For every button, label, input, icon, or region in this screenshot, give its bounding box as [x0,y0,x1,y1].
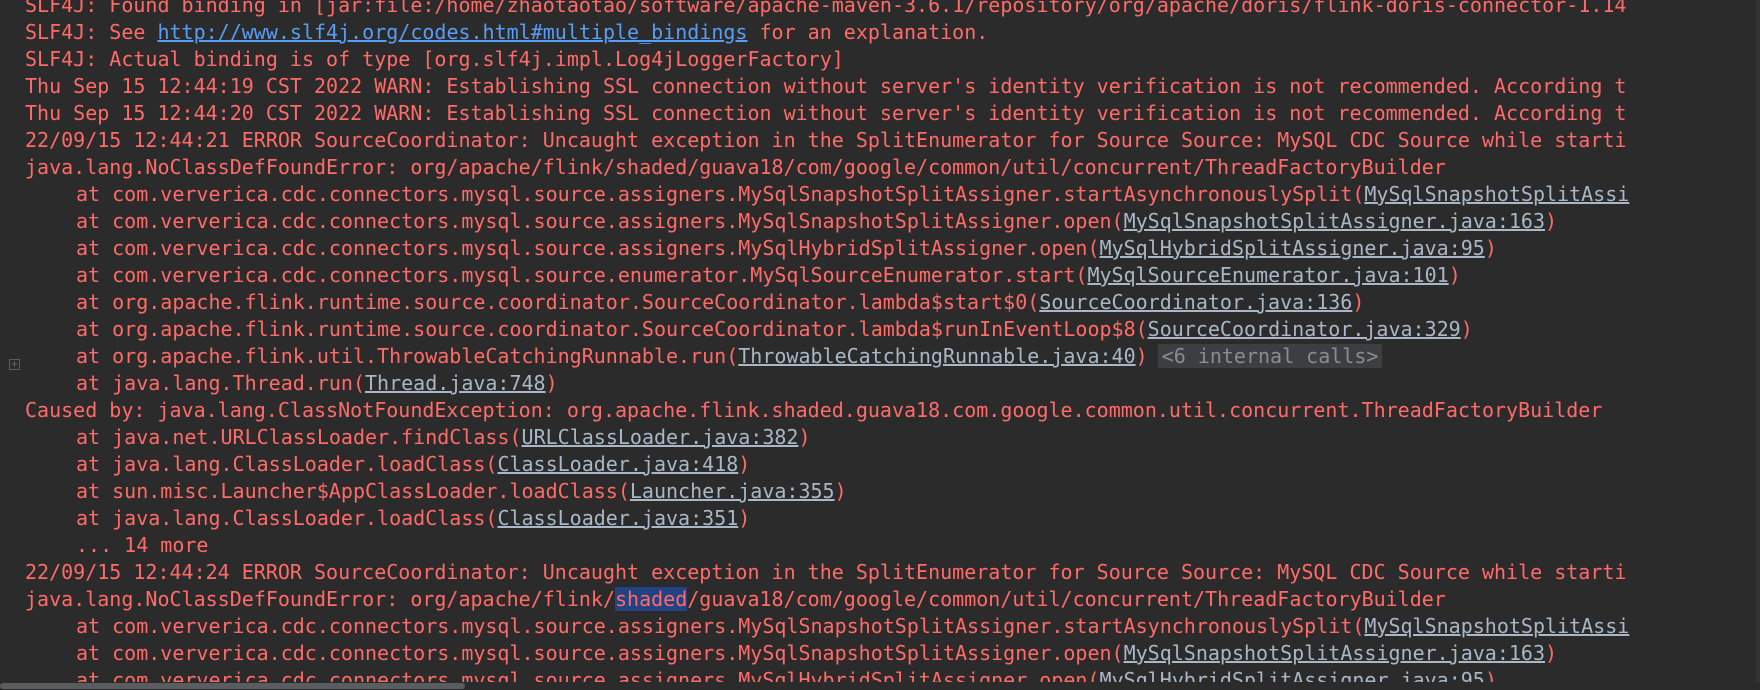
line-text: ) [1460,317,1473,341]
line-text: at java.net.URLClassLoader.findClass( [76,425,522,449]
line-text: at java.lang.ClassLoader.loadClass( [76,452,498,476]
console-line: at com.ververica.cdc.connectors.mysql.so… [25,262,1629,289]
source-link[interactable]: Thread.java:748 [365,371,546,395]
source-link[interactable]: ThrowableCatchingRunnable.java:40 [738,344,1135,368]
url-link[interactable]: http://www.slf4j.org/codes.html#multiple… [157,20,747,44]
line-text: at com.ververica.cdc.connectors.mysql.so… [76,236,1100,260]
folded-internal-calls[interactable]: <6 internal calls> [1157,344,1383,368]
line-text: ) [545,371,558,395]
console-line: at org.apache.flink.runtime.source.coord… [25,316,1629,343]
line-text: SLF4J: See [25,20,158,44]
line-text: 22/09/15 12:44:21 ERROR SourceCoordinato… [25,128,1627,152]
console-line: at java.lang.ClassLoader.loadClass(Class… [25,505,1629,532]
line-text: for an explanation. [747,20,989,44]
source-link[interactable]: Launcher.java:355 [630,479,835,503]
line-text: ) [1484,236,1497,260]
line-text: ) [738,452,751,476]
console-line: Caused by: java.lang.ClassNotFoundExcept… [25,397,1629,424]
line-text: Thu Sep 15 12:44:20 CST 2022 WARN: Estab… [25,101,1627,125]
vertical-scrollbar[interactable] [1756,0,1760,690]
line-text: ) [834,479,847,503]
line-text: ... 14 more [76,533,209,557]
source-link[interactable]: MySqlHybridSplitAssigner.java:95 [1100,236,1485,260]
line-text: ) [1352,290,1365,314]
console-line: at java.lang.Thread.run(Thread.java:748) [25,370,1629,397]
line-text: java.lang.NoClassDefFoundError: org/apac… [25,587,616,611]
line-text: at com.ververica.cdc.connectors.mysql.so… [76,209,1124,233]
line-text: Thu Sep 15 12:44:19 CST 2022 WARN: Estab… [25,74,1627,98]
line-text: at java.lang.Thread.run( [76,371,365,395]
console-line: at org.apache.flink.util.ThrowableCatchi… [25,343,1629,370]
source-link[interactable]: SourceCoordinator.java:329 [1148,317,1461,341]
line-text: at com.ververica.cdc.connectors.mysql.so… [76,614,1365,638]
line-text: at org.apache.flink.runtime.source.coord… [76,290,1040,314]
line-text: at org.apache.flink.runtime.source.coord… [76,317,1148,341]
source-link[interactable]: ClassLoader.java:418 [497,452,738,476]
line-text: ) [1545,209,1558,233]
console-line: at com.ververica.cdc.connectors.mysql.so… [25,640,1629,667]
search-highlight: shaded [615,587,688,611]
source-link[interactable]: MySqlSnapshotSplitAssi [1364,614,1629,638]
console-line: Thu Sep 15 12:44:19 CST 2022 WARN: Estab… [25,73,1629,100]
console-line: at java.net.URLClassLoader.findClass(URL… [25,424,1629,451]
source-link[interactable]: MySqlSnapshotSplitAssigner.java:163 [1124,641,1545,665]
line-text: at com.ververica.cdc.connectors.mysql.so… [76,263,1088,287]
console-line: SLF4J: Found binding in [jar:file:/home/… [25,0,1629,19]
console-line: java.lang.NoClassDefFoundError: org/apac… [25,154,1629,181]
console-line: at com.ververica.cdc.connectors.mysql.so… [25,181,1629,208]
console-line: 22/09/15 12:44:21 ERROR SourceCoordinato… [25,127,1629,154]
source-link[interactable]: URLClassLoader.java:382 [522,425,799,449]
line-text: /guava18/com/google/common/util/concurre… [687,587,1446,611]
line-text: ) [738,506,751,530]
console-gutter [0,0,22,690]
console-line: SLF4J: Actual binding is of type [org.sl… [25,46,1629,73]
scrollbar-thumb[interactable] [0,683,465,689]
line-text: ) [1545,641,1558,665]
line-text: 22/09/15 12:44:24 ERROR SourceCoordinato… [25,560,1627,584]
source-link[interactable]: MySqlSnapshotSplitAssigner.java:163 [1124,209,1545,233]
line-text: ) [1135,344,1148,368]
line-text: at com.ververica.cdc.connectors.mysql.so… [76,182,1365,206]
line-text: java.lang.NoClassDefFoundError: org/apac… [25,155,1446,179]
line-text: ) [1448,263,1461,287]
line-text: SLF4J: Found binding in [jar:file:/home/… [25,0,1627,17]
line-text: at java.lang.ClassLoader.loadClass( [76,506,498,530]
console-line: at java.lang.ClassLoader.loadClass(Class… [25,451,1629,478]
console-lines: SLF4J: Found binding in [jar:file:/home/… [25,0,1629,690]
console-output[interactable]: SLF4J: Found binding in [jar:file:/home/… [0,0,1760,690]
line-text: at sun.misc.Launcher$AppClassLoader.load… [76,479,630,503]
line-text: SLF4J: Actual binding is of type [org.sl… [25,47,844,71]
console-line: at sun.misc.Launcher$AppClassLoader.load… [25,478,1629,505]
source-link[interactable]: SourceCoordinator.java:136 [1039,290,1352,314]
horizontal-scrollbar[interactable] [0,682,1760,690]
source-link[interactable]: MySqlSnapshotSplitAssi [1364,182,1629,206]
console-line: ... 14 more [25,532,1629,559]
console-line: 22/09/15 12:44:24 ERROR SourceCoordinato… [25,559,1629,586]
source-link[interactable]: ClassLoader.java:351 [497,506,738,530]
console-line: at org.apache.flink.runtime.source.coord… [25,289,1629,316]
plus-icon[interactable]: + [9,359,20,370]
line-text: at com.ververica.cdc.connectors.mysql.so… [76,641,1124,665]
console-line: SLF4J: See http://www.slf4j.org/codes.ht… [25,19,1629,46]
line-text: ) [798,425,811,449]
line-text: at org.apache.flink.util.ThrowableCatchi… [76,344,739,368]
line-text: Caused by: java.lang.ClassNotFoundExcept… [25,398,1603,422]
console-line: java.lang.NoClassDefFoundError: org/apac… [25,586,1629,613]
source-link[interactable]: MySqlSourceEnumerator.java:101 [1087,263,1448,287]
console-line: at com.ververica.cdc.connectors.mysql.so… [25,208,1629,235]
console-line: Thu Sep 15 12:44:20 CST 2022 WARN: Estab… [25,100,1629,127]
console-line: at com.ververica.cdc.connectors.mysql.so… [25,613,1629,640]
console-line: at com.ververica.cdc.connectors.mysql.so… [25,235,1629,262]
